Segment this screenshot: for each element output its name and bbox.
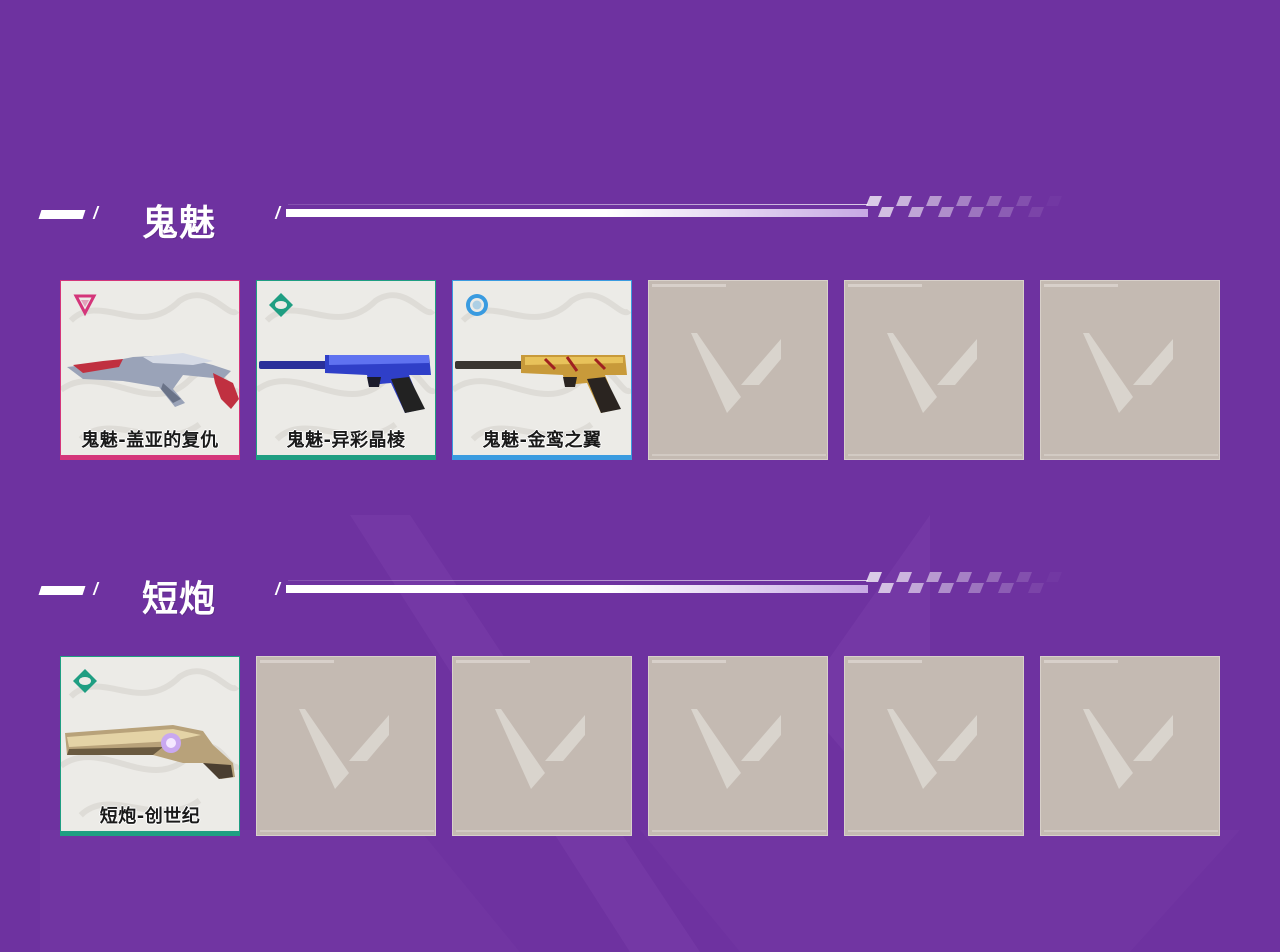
slot-bottom-highlight	[260, 830, 434, 832]
slot-bottom-highlight	[848, 454, 1022, 456]
header-line	[286, 209, 868, 217]
valorant-logo-icon	[1083, 333, 1173, 413]
slot-corner-highlight	[652, 284, 726, 287]
weapon-skin-card[interactable]: 鬼魅-异彩晶棱	[256, 280, 436, 460]
skin-name: 鬼魅-异彩晶棱	[286, 430, 406, 451]
weapon-skin-image	[259, 355, 431, 413]
weapon-skin-image	[65, 725, 235, 779]
empty-weapon-slot[interactable]	[256, 656, 436, 836]
empty-weapon-slot[interactable]	[844, 656, 1024, 836]
slot-corner-highlight	[1044, 660, 1118, 663]
valorant-logo-icon	[495, 709, 585, 789]
slot-bottom-highlight	[456, 830, 630, 832]
skin-name: 鬼魅-盖亚的复仇	[81, 430, 219, 451]
weapon-skin-card[interactable]: 鬼魅-金鸾之翼	[452, 280, 632, 460]
valorant-logo-icon	[887, 709, 977, 789]
header-thin-line	[288, 580, 868, 581]
slot-bottom-highlight	[1044, 830, 1218, 832]
skin-name: 短炮-创世纪	[99, 806, 201, 827]
rarity-bar	[61, 455, 239, 459]
valorant-logo-icon	[1083, 709, 1173, 789]
weapon-skin-image	[455, 355, 627, 413]
header-slash	[92, 206, 100, 219]
header-accent-bar	[38, 210, 86, 219]
valorant-logo-icon	[691, 709, 781, 789]
diamond-rarity-icon	[269, 293, 293, 317]
slot-bottom-highlight	[848, 830, 1022, 832]
skin-name: 鬼魅-金鸾之翼	[482, 430, 602, 451]
header-checker-pattern	[866, 196, 1044, 217]
valorant-logo-icon	[887, 333, 977, 413]
rarity-bar	[453, 455, 631, 459]
weapon-skin-card[interactable]: 鬼魅-盖亚的复仇	[60, 280, 240, 460]
triangle-rarity-icon	[73, 294, 97, 317]
valorant-logo-icon	[299, 709, 389, 789]
section-title: 鬼魅	[142, 203, 217, 244]
empty-weapon-slot[interactable]	[452, 656, 632, 836]
ring-rarity-icon	[466, 294, 488, 316]
valorant-logo-icon	[691, 333, 781, 413]
empty-weapon-slot[interactable]	[648, 280, 828, 460]
slot-corner-highlight	[456, 660, 530, 663]
header-slash	[274, 206, 282, 219]
slot-corner-highlight	[848, 284, 922, 287]
rarity-bar	[257, 455, 435, 459]
slot-corner-highlight	[848, 660, 922, 663]
slot-corner-highlight	[1044, 284, 1118, 287]
weapon-skin-card[interactable]: 短炮-创世纪	[60, 656, 240, 836]
empty-weapon-slot[interactable]	[1040, 280, 1220, 460]
weapon-skin-image	[67, 353, 239, 409]
slot-corner-highlight	[652, 660, 726, 663]
header-accent-bar	[38, 586, 86, 595]
weapon-row-2: 短炮-创世纪	[60, 656, 1220, 838]
empty-weapon-slot[interactable]	[844, 280, 1024, 460]
section-header-2: 短炮	[0, 572, 1280, 620]
diamond-rarity-icon	[73, 669, 97, 693]
weapon-row-1: 鬼魅-盖亚的复仇 鬼魅-异彩晶棱 鬼魅-金鸾之翼	[60, 280, 1220, 462]
section-title: 短炮	[142, 579, 217, 620]
empty-weapon-slot[interactable]	[648, 656, 828, 836]
empty-weapon-slot[interactable]	[1040, 656, 1220, 836]
slot-corner-highlight	[260, 660, 334, 663]
header-line	[286, 585, 868, 593]
header-slash	[92, 582, 100, 595]
slot-bottom-highlight	[652, 454, 826, 456]
header-thin-line	[288, 204, 868, 205]
slot-bottom-highlight	[652, 830, 826, 832]
rarity-bar	[61, 831, 239, 835]
header-checker-pattern	[866, 572, 1044, 593]
slot-bottom-highlight	[1044, 454, 1218, 456]
section-header-1: 鬼魅	[0, 196, 1280, 244]
header-slash	[274, 582, 282, 595]
